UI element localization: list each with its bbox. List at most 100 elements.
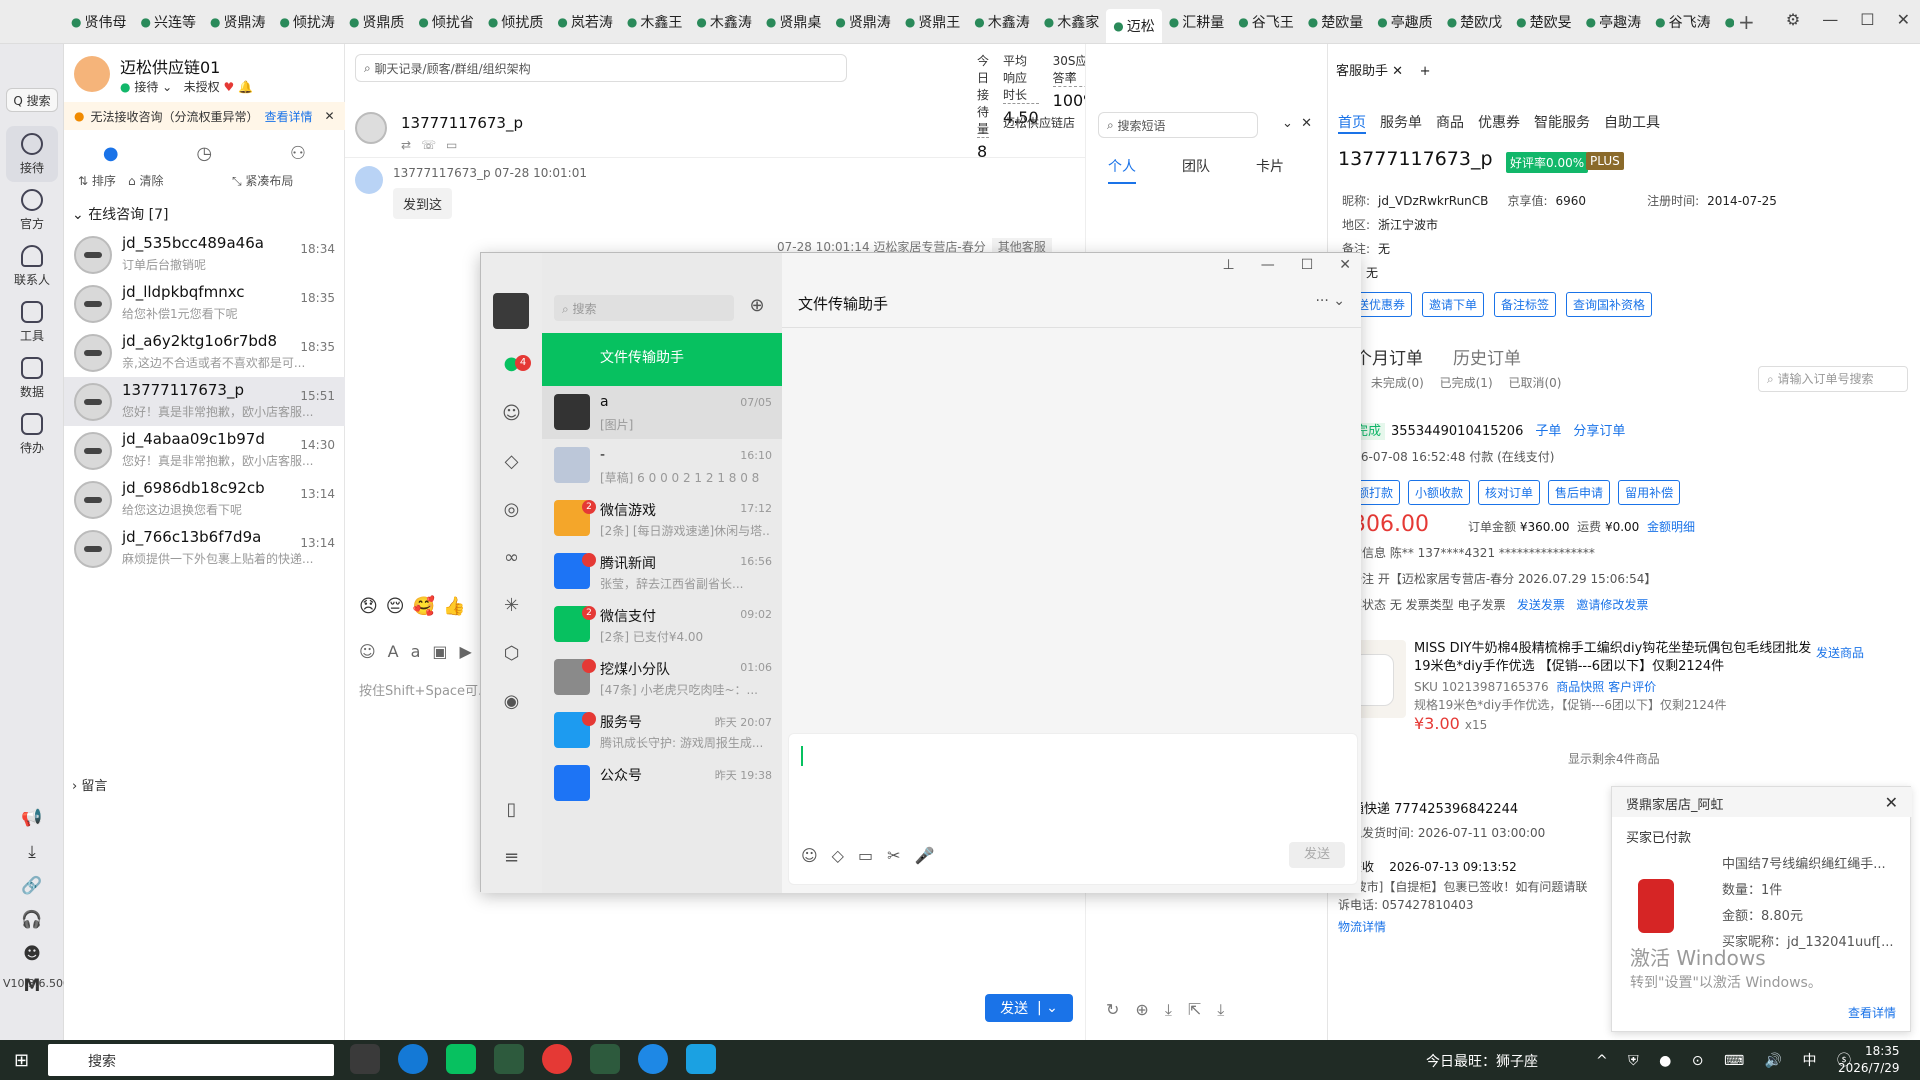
- chat-search-input[interactable]: ⌕ 聊天记录/顾客/群组/组织架构: [355, 54, 847, 82]
- taskbar-widget[interactable]: 今日最旺：狮子座: [1426, 1051, 1538, 1071]
- wechat-chat-item[interactable]: 腾讯新闻 16:56 张莹，辞去江西省副省长...: [542, 545, 782, 598]
- shop-tab[interactable]: ● 贤鼎质: [342, 7, 411, 37]
- search-feature-icon[interactable]: ✳: [481, 595, 542, 616]
- popup-detail-link[interactable]: 查看详情: [1848, 1004, 1896, 1021]
- shop-tab[interactable]: ● 倾扰质: [481, 7, 550, 37]
- conversation-item[interactable]: jd_535bcc489a46a 18:34 订单后台撤销呢: [64, 230, 345, 279]
- rail-item-reception[interactable]: 接待: [6, 126, 58, 182]
- note-tag-button[interactable]: 备注标签: [1494, 292, 1557, 317]
- clock[interactable]: 18:35 2026/7/29: [1838, 1043, 1900, 1077]
- leave-message-item[interactable]: › 留言: [72, 775, 107, 794]
- menu-icon[interactable]: ≡: [481, 847, 542, 868]
- wechat-chat-item[interactable]: a 07/05 [图片]: [542, 386, 782, 439]
- shop-tab[interactable]: ● 楚欧戊: [1440, 7, 1509, 37]
- after-sale-button[interactable]: 售后申请: [1548, 480, 1611, 505]
- minimize-button[interactable]: —: [1261, 257, 1275, 273]
- wechat-chat-item[interactable]: 挖煤小分队 01:06 [47条] 小老虎只吃肉哇~：...: [542, 651, 782, 704]
- system-tray[interactable]: ^ ⛨ ● ⊙ ⌨ 🔊 中 ⓢ: [1596, 1050, 1859, 1070]
- compensation-button[interactable]: 留用补偿: [1618, 480, 1681, 505]
- tab-team[interactable]: 团队: [1182, 156, 1210, 184]
- wechat-chat-item[interactable]: 微信游戏 17:12 [2条] [每日游戏速递]休闲与塔... 2: [542, 492, 782, 545]
- shop-tab[interactable]: ● 木鑫涛: [689, 7, 758, 37]
- shop-tab[interactable]: ● 贤鼎桌: [759, 7, 828, 37]
- shop-status[interactable]: ● 接待 ⌄ 未授权 ♥ 🔔: [120, 78, 253, 95]
- rail-item-todo[interactable]: 待办: [0, 406, 64, 462]
- tab-history[interactable]: 历史订单: [1453, 349, 1521, 369]
- shop-tab[interactable]: ● 倾扰涛: [272, 7, 341, 37]
- shop-tab[interactable]: ● 谷飞涛: [1648, 7, 1717, 37]
- shop-tab[interactable]: ● 木鑫家: [1037, 7, 1106, 37]
- nav-smart[interactable]: 智能服务: [1534, 112, 1590, 134]
- sub-order-link[interactable]: 子单: [1535, 424, 1561, 439]
- windows-start-icon[interactable]: ⊞: [14, 1050, 34, 1071]
- shop-tab[interactable]: ● 贤鼎王: [898, 7, 967, 37]
- conversation-item[interactable]: jd_766c13b6f7d9a 13:14 麻烦提供一下外包裹上贴着的快递...: [64, 524, 345, 573]
- shop-tab[interactable]: ● 汇耕量: [1162, 7, 1231, 37]
- wechat-chat-item[interactable]: 微信支付 09:02 [2条] 已支付¥4.00 2: [542, 598, 782, 651]
- chat-bubble-icon[interactable]: ●: [103, 143, 119, 164]
- add-icon[interactable]: ⊕: [744, 295, 770, 321]
- mini-games-icon[interactable]: ◉: [481, 691, 542, 712]
- send-product-button[interactable]: 发送商品: [1816, 644, 1864, 661]
- app-icon-2[interactable]: [542, 1044, 572, 1074]
- clock-icon[interactable]: ◷: [196, 143, 212, 164]
- shop-tab[interactable]: ● 楚欧量: [1301, 7, 1370, 37]
- shop-tab[interactable]: ● 木鑫王: [620, 7, 689, 37]
- warning-link[interactable]: 查看详情: [265, 108, 313, 125]
- shop-tab[interactable]: ● 岚若涛: [550, 7, 619, 37]
- quick-emoji-row[interactable]: 😞😔🥰👍: [359, 596, 473, 617]
- snapshot-link[interactable]: 商品快照: [1556, 680, 1604, 694]
- nav-home[interactable]: 首页: [1338, 112, 1366, 134]
- modify-invoice-link[interactable]: 邀请修改发票: [1576, 598, 1648, 612]
- reply-bottom-icons[interactable]: ↻⊕⤓⇱⤓: [1106, 1000, 1240, 1020]
- settings-icon[interactable]: ⚙: [1786, 10, 1800, 29]
- shop-tab[interactable]: ●越宏涛: [1718, 7, 1734, 37]
- compact-button[interactable]: ⤡ 紧凑布局: [232, 172, 293, 189]
- wechat-search-input[interactable]: ⌕ 搜索: [554, 295, 734, 321]
- share-order-link[interactable]: 分享订单: [1573, 424, 1625, 439]
- shop-tab[interactable]: ● 亭趣涛: [1579, 7, 1648, 37]
- app-icon-5[interactable]: [686, 1044, 716, 1074]
- wechat-chat-item[interactable]: 文件传输助手: [542, 333, 782, 386]
- order-search-input[interactable]: ⌕ 请输入订单号搜索: [1758, 366, 1908, 392]
- online-group-header[interactable]: ⌄ 在线咨询 [7]: [72, 204, 168, 224]
- download-icon[interactable]: ⤓: [0, 842, 64, 862]
- miniprogram-icon[interactable]: ⬡: [481, 643, 542, 664]
- nav-selfservice[interactable]: 自助工具: [1604, 112, 1660, 134]
- sort-button[interactable]: ⇅ 排序: [78, 172, 116, 189]
- app-icon-3[interactable]: [590, 1044, 620, 1074]
- shop-tab[interactable]: ● 谷飞王: [1231, 7, 1300, 37]
- bot-icon[interactable]: ☻: [0, 944, 64, 964]
- shop-tab[interactable]: ● 楚欧旻: [1509, 7, 1578, 37]
- nav-goods[interactable]: 商品: [1436, 112, 1464, 134]
- rail-item-tools[interactable]: 工具: [0, 294, 64, 350]
- phrase-search-input[interactable]: ⌕ 搜索短语: [1098, 112, 1258, 138]
- wechat-input-tools[interactable]: ☺◇▭✂🎤: [801, 846, 948, 865]
- taskbar-search[interactable]: 搜索: [48, 1044, 334, 1076]
- favorites-icon[interactable]: ◇: [481, 451, 542, 472]
- shop-tab[interactable]: ● 迈松: [1106, 9, 1162, 43]
- minimize-button[interactable]: —: [1822, 10, 1838, 29]
- wechat-input-box[interactable]: ☺◇▭✂🎤 发送: [788, 733, 1358, 885]
- conversation-item[interactable]: jd_a6y2ktg1o6r7bd8 18:35 亲,这边不合适或者不喜欢都是可..…: [64, 328, 345, 377]
- contacts-icon[interactable]: ☺: [481, 403, 542, 424]
- close-button[interactable]: ✕: [1339, 257, 1351, 273]
- shop-tab[interactable]: ● 贤鼎涛: [828, 7, 897, 37]
- assistant-tab[interactable]: 客服助手 ✕ +: [1336, 60, 1430, 79]
- rail-item-contacts[interactable]: 联系人: [0, 238, 64, 294]
- maximize-button[interactable]: ☐: [1860, 10, 1874, 29]
- megaphone-icon[interactable]: 📢: [0, 808, 64, 828]
- tab-card[interactable]: 卡片: [1256, 156, 1284, 184]
- shop-tab[interactable]: ● 贤鼎涛: [203, 7, 272, 37]
- pin-icon[interactable]: ⊥: [1223, 257, 1235, 273]
- shop-tab[interactable]: ● 亭趣质: [1370, 7, 1439, 37]
- conversation-item[interactable]: jd_lldpkbqfmnxc 18:35 给您补偿1元您看下呢: [64, 279, 345, 328]
- amount-detail-link[interactable]: 金额明细: [1647, 520, 1695, 534]
- rail-search-button[interactable]: Q 搜索: [6, 88, 58, 112]
- chevron-down-icon[interactable]: ⌄: [1067, 64, 1077, 78]
- send-invoice-link[interactable]: 发送发票: [1517, 598, 1565, 612]
- order-filter[interactable]: (1) 未完成(0) 已完成(1) 已取消(0): [1338, 374, 1561, 391]
- close-icon[interactable]: ✕: [325, 109, 335, 123]
- rail-item-data[interactable]: 数据: [0, 350, 64, 406]
- popup-close-icon[interactable]: ✕: [1885, 793, 1898, 812]
